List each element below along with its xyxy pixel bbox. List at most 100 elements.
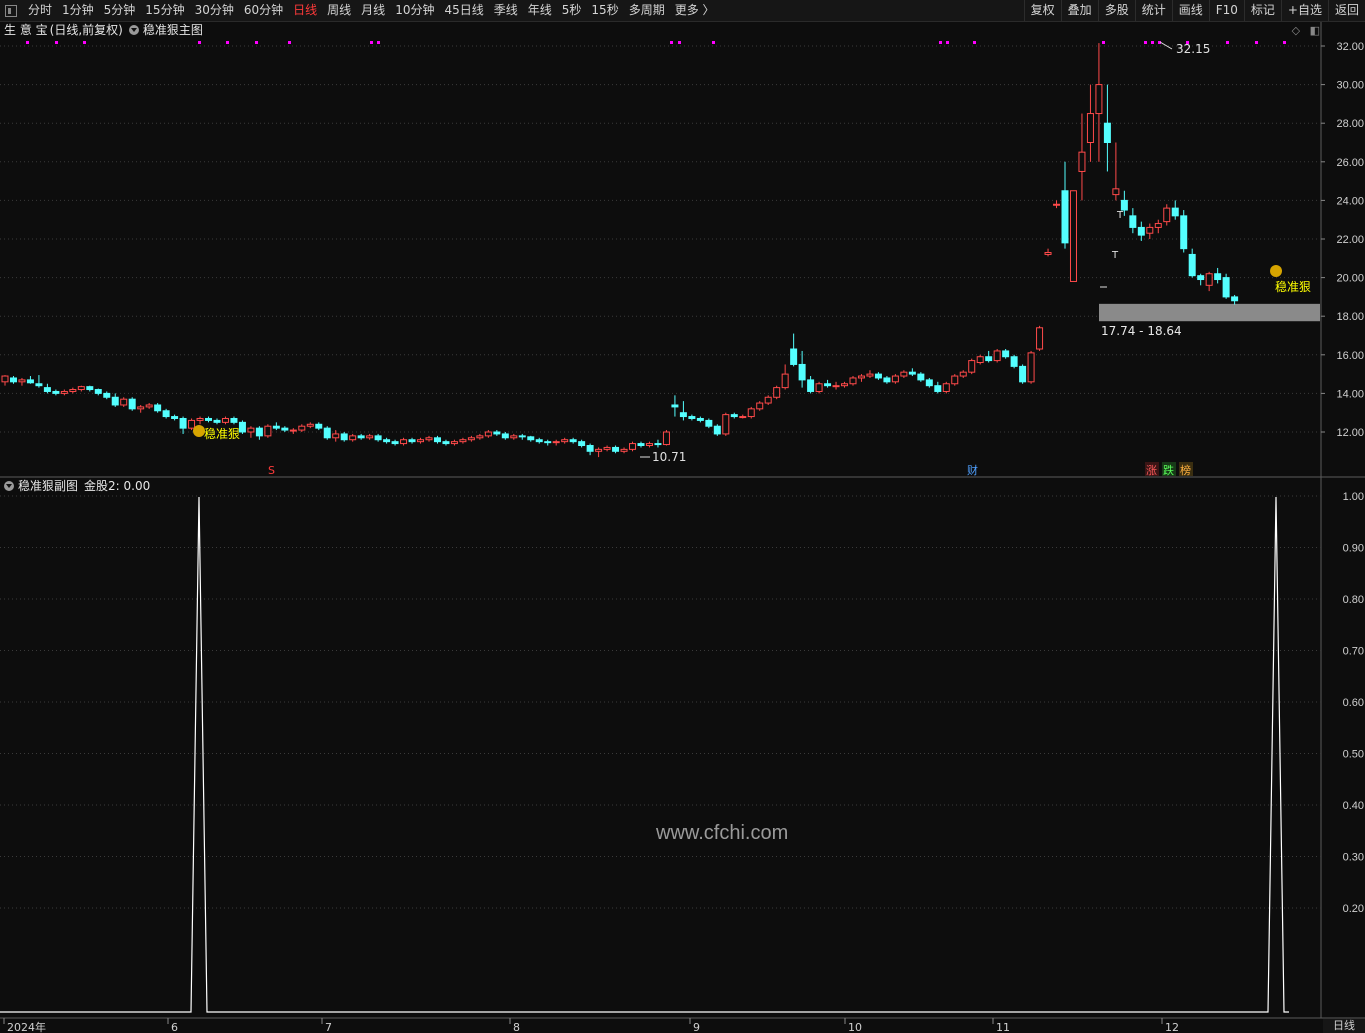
candle-body [323, 427, 331, 439]
candle-body [925, 379, 933, 387]
candle-body [756, 402, 764, 410]
signal-dot [198, 41, 201, 44]
candle-body [874, 373, 882, 379]
candle-body [705, 419, 713, 427]
candle-body [908, 371, 916, 375]
candle-body [120, 398, 128, 406]
watermark: www.cfchi.com [656, 822, 789, 844]
candle-body [552, 441, 560, 444]
signal-dot [370, 41, 373, 44]
candle-body [968, 360, 976, 373]
signal-dot [255, 41, 258, 44]
candle-body [450, 441, 458, 445]
candle-body [1, 375, 9, 383]
price-tick-label: 26.00 [1336, 157, 1364, 169]
candle-body [1019, 365, 1027, 383]
candle-body [561, 439, 569, 443]
candle-body [476, 435, 484, 439]
signal-dot [1144, 41, 1147, 44]
candle-body [917, 373, 925, 381]
x-axis-label: 2024年 [7, 1020, 46, 1033]
candle-body [857, 375, 865, 379]
signal-dot [678, 41, 681, 44]
candle-body [586, 445, 594, 452]
candle-body [400, 439, 408, 445]
signal-dot [1255, 41, 1258, 44]
candle-body [637, 443, 645, 447]
candle-body [77, 386, 85, 391]
candle-body [824, 383, 832, 387]
candle-body [188, 419, 196, 429]
candle-body [281, 427, 289, 431]
candle-body [137, 406, 145, 410]
candle-body [730, 414, 738, 418]
candle-body [891, 375, 899, 383]
candle-body [1061, 190, 1069, 244]
period-indicator[interactable]: 日线 [1323, 1019, 1365, 1033]
candle-body [688, 416, 696, 419]
candle-body [595, 448, 603, 452]
candle-body [739, 416, 747, 419]
candle-body [1086, 113, 1094, 144]
candle-body [196, 417, 204, 421]
x-axis-label: 12 [1165, 1021, 1179, 1033]
candle-body [807, 379, 815, 392]
candle-body [94, 389, 102, 394]
candle-body [1078, 151, 1086, 172]
candle-body [433, 437, 441, 443]
candle-body [510, 435, 518, 439]
candle-body [781, 373, 789, 389]
candle-body [145, 404, 153, 408]
signal-dot [226, 41, 229, 44]
candle-body [349, 435, 357, 441]
candle-body [832, 385, 840, 388]
candle-body [408, 439, 416, 443]
candle-body [1180, 215, 1188, 250]
candle-body [1069, 190, 1077, 282]
candle-body [883, 377, 891, 383]
x-axis-label: 8 [513, 1021, 520, 1033]
candle-body [459, 439, 467, 443]
candle-body [493, 431, 501, 435]
price-tick-label: 22.00 [1336, 234, 1364, 246]
candle-body [1171, 207, 1179, 217]
candle-body [764, 396, 772, 404]
candle-body [1103, 122, 1111, 143]
chart-canvas[interactable]: 32.00 30.00 28.00 26.00 24.00 22.00 20.00 18.00… [0, 0, 1365, 1033]
candle-body [671, 404, 679, 408]
candle-body [578, 441, 586, 447]
signal-dot [946, 41, 949, 44]
candle-body [86, 386, 94, 391]
candle-body [985, 356, 993, 362]
sub-tick-label: 0.60 [1343, 697, 1364, 709]
s-marker: S [268, 464, 275, 477]
candle-body [790, 348, 798, 365]
candle-body [1205, 273, 1213, 286]
price-tick-label: 18.00 [1336, 311, 1364, 323]
candle-body [849, 377, 857, 385]
signal-dot [26, 41, 29, 44]
candle-body [645, 443, 653, 447]
candle-body [798, 363, 806, 381]
candle-body [501, 433, 509, 439]
candle-body [366, 435, 374, 439]
candle-body [272, 425, 280, 429]
candle-body [1002, 350, 1010, 358]
sub-tick-label: 0.30 [1343, 852, 1364, 864]
candle-body [815, 383, 823, 392]
candle-body [154, 404, 162, 412]
candle-body [1146, 226, 1154, 234]
candle-body [332, 433, 340, 439]
candle-body [357, 435, 365, 439]
candle-body [205, 417, 213, 421]
candle-body [179, 417, 187, 429]
candle-body [391, 441, 399, 445]
die-marker: 跌 [1163, 463, 1174, 477]
candle-body [1129, 215, 1137, 228]
x-axis-label: 10 [848, 1021, 862, 1033]
candle-body [221, 417, 229, 423]
candle-body [230, 417, 238, 423]
price-tick-label: 20.00 [1336, 273, 1364, 285]
sub-tick-label: 0.80 [1343, 594, 1364, 606]
candle-body [128, 398, 136, 410]
